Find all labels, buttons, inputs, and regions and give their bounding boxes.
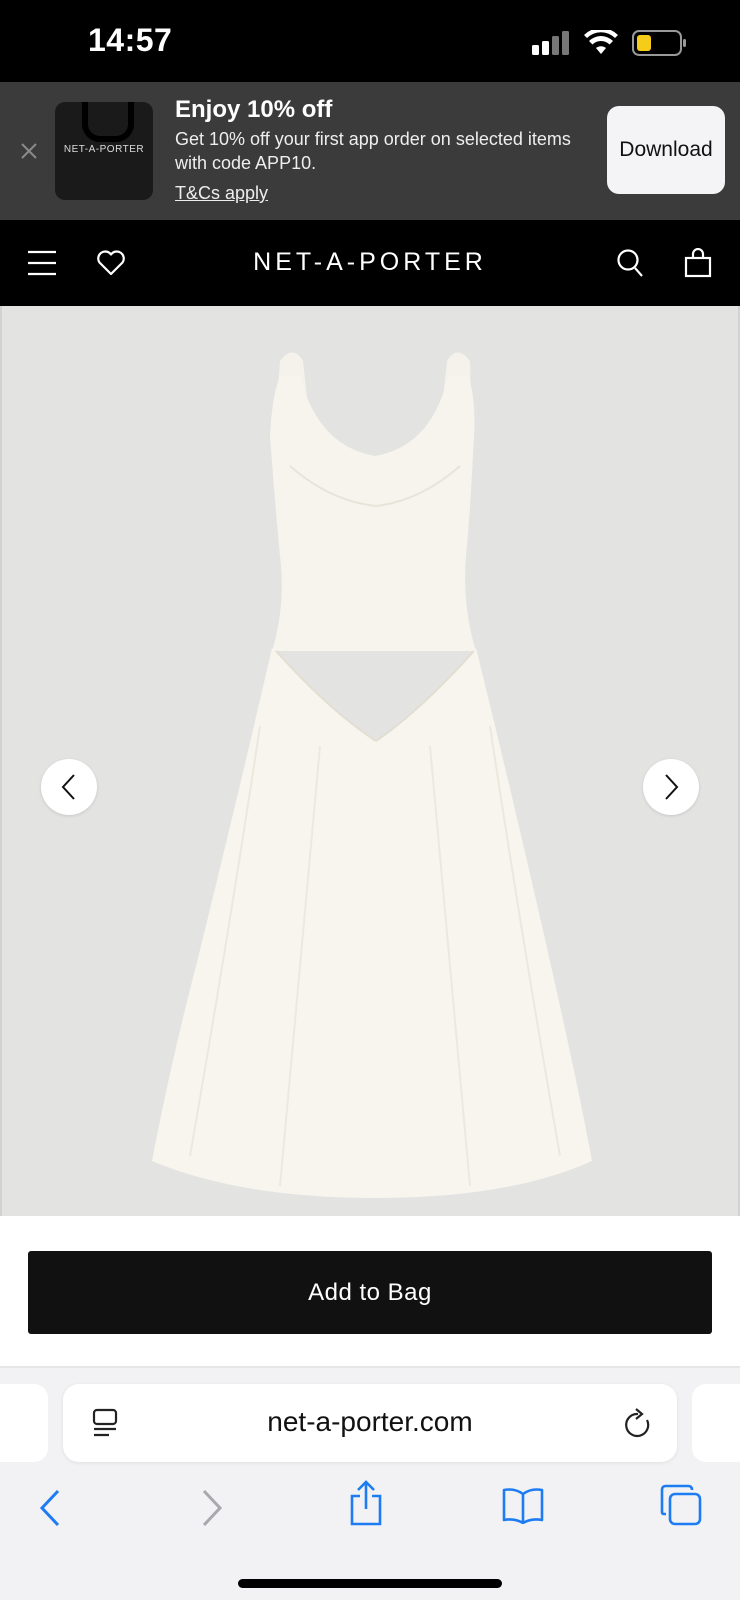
chevron-left-icon [61,774,75,800]
status-time: 14:57 [88,22,173,58]
share-icon[interactable] [348,1480,384,1526]
bookmarks-icon[interactable] [502,1486,544,1524]
promo-title: Enjoy 10% off [175,96,333,123]
add-to-bag-button[interactable]: Add to Bag [28,1251,712,1334]
forward-icon[interactable] [200,1488,224,1528]
search-icon[interactable] [616,248,644,278]
product-image[interactable] [0,306,740,1216]
close-icon[interactable] [18,140,40,162]
status-bar: 14:57 [0,0,740,82]
chevron-right-icon [665,774,679,800]
app-logo: NET-A-PORTER [55,102,153,200]
dress-image [0,306,740,1216]
previous-tab-peek[interactable] [0,1384,48,1462]
next-tab-peek[interactable] [692,1384,740,1462]
tabs-icon[interactable] [660,1484,702,1526]
shopping-bag-icon[interactable] [684,248,712,278]
browser-nav-bar [0,1480,740,1540]
wifi-icon [584,30,618,54]
app-logo-text: NET-A-PORTER [63,144,145,155]
browser-toolbar: net-a-porter.com [0,1368,740,1600]
cellular-signal-icon [532,31,569,55]
reload-icon[interactable] [623,1408,653,1440]
download-button[interactable]: Download [607,106,725,194]
app-promo-banner: NET-A-PORTER Enjoy 10% off Get 10% off y… [0,82,740,220]
battery-icon [632,30,686,56]
site-header: NET-A-PORTER [0,220,740,306]
home-indicator [238,1579,502,1588]
status-icons [532,30,688,56]
terms-link[interactable]: T&Cs apply [175,183,268,204]
previous-image-button[interactable] [41,759,97,815]
next-image-button[interactable] [643,759,699,815]
url-text: net-a-porter.com [267,1406,473,1437]
back-icon[interactable] [38,1488,62,1528]
address-bar[interactable]: net-a-porter.com [63,1384,677,1462]
promo-body: Get 10% off your first app order on sele… [175,129,571,173]
